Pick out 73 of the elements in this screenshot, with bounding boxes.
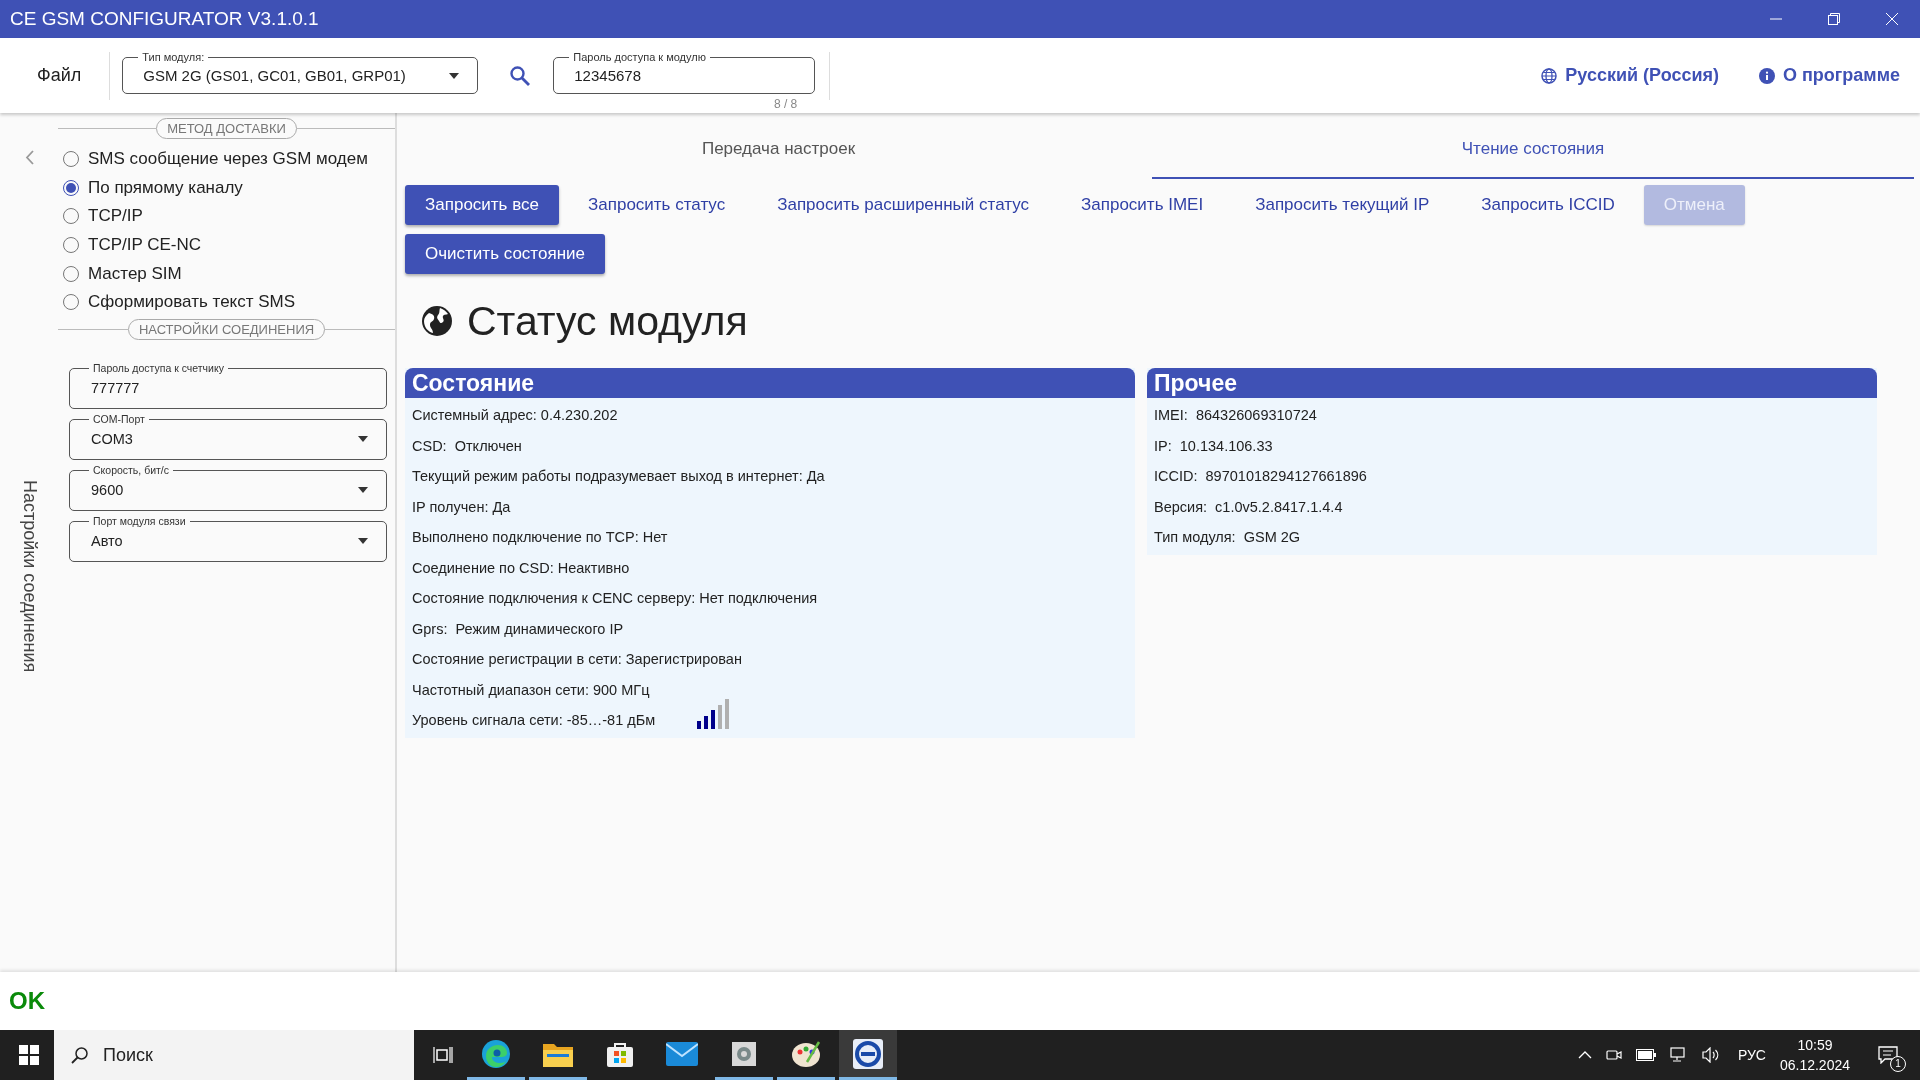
windows-start-icon[interactable] (19, 1045, 39, 1065)
globe-icon (1541, 67, 1558, 84)
status-line: Текущий режим работы подразумевает выход в интернет: Да (412, 468, 825, 485)
action-link-button[interactable]: Запросить текущий IP (1232, 185, 1453, 225)
speaker-icon[interactable] (1701, 1047, 1720, 1063)
search-icon[interactable] (509, 64, 532, 87)
status-message: OK (9, 987, 45, 1015)
language-link[interactable]: Русский (Россия) (1541, 65, 1719, 86)
status-line: IP получен: Да (412, 498, 511, 515)
task-view-icon[interactable] (433, 1046, 453, 1064)
speech-bubble-icon (1878, 1046, 1898, 1064)
status-line: IP: 10.134.106.33 (1154, 437, 1273, 454)
status-line: Версия: c1.0v5.2.8417.1.4.4 (1154, 498, 1343, 515)
status-line: Соединение по CSD: Неактивно (412, 559, 630, 576)
chevron-left-icon[interactable] (24, 150, 34, 165)
camera-icon[interactable] (1605, 1047, 1622, 1063)
envelope-icon (666, 1041, 698, 1066)
tab[interactable]: Передача настроек (405, 113, 1152, 179)
palette-icon (791, 1039, 821, 1068)
search-icon (71, 1046, 89, 1064)
vertical-section-label: Настройки соединения (18, 480, 40, 673)
about-link[interactable]: О программе (1759, 65, 1900, 86)
section-chip: НАСТРОЙКИ СОЕДИНЕНИЯ (127, 318, 326, 340)
battery-icon[interactable] (1635, 1049, 1656, 1061)
status-line: ICCID: 89701018294127661896 (1154, 468, 1367, 485)
globe-icon (420, 304, 454, 338)
notification-button[interactable]: 1 (1868, 1035, 1908, 1075)
signal-strength-icon (697, 699, 730, 730)
status-line: Тип модуля: GSM 2G (1154, 529, 1301, 546)
status-line: Состояние подключения к CENC серверу: Нет подключения (412, 590, 818, 607)
caret-icon (358, 538, 368, 545)
page-heading: Статус модуля (467, 297, 748, 345)
restore-icon[interactable] (1828, 13, 1840, 25)
radio-option[interactable]: По прямому каналу (63, 173, 395, 203)
info-icon (1759, 67, 1775, 84)
caret-icon (358, 436, 368, 443)
radio-option[interactable]: Мастер SIM (63, 259, 395, 288)
caret-icon (358, 487, 368, 494)
panel-header: Состояние (405, 368, 1135, 398)
taskbar-app-button[interactable] (839, 1030, 897, 1080)
section-chip: МЕТОД ДОСТАВКИ (156, 118, 297, 139)
radio-option[interactable]: Сформировать текст SMS (63, 287, 395, 317)
status-line: Состояние регистрации в сети: Зарегистрирован (412, 651, 742, 668)
network-icon[interactable] (1669, 1047, 1688, 1063)
radio-option[interactable]: TCP/IP (63, 202, 395, 231)
status-line: Уровень сигнала сети: -85…-81 дБм (412, 712, 656, 729)
taskbar-search-field[interactable]: Поиск (54, 1030, 414, 1080)
close-icon[interactable] (1886, 13, 1898, 25)
status-line: Системный адрес: 0.4.230.202 (412, 407, 618, 424)
character-counter: 8 / 8 (773, 97, 798, 111)
chevron-up-icon[interactable] (1577, 1051, 1592, 1059)
status-line: IMEI: 864326069310724 (1154, 407, 1317, 424)
clock[interactable]: 10:59 06.12.2024 (1779, 1035, 1850, 1075)
status-line: Выполнено подключение по TCP: Нет (412, 529, 668, 546)
action-link-button[interactable]: Запросить статус (565, 185, 749, 225)
status-line: CSD: Отключен (412, 437, 522, 454)
status-line: Частотный диапазон сети: 900 МГц (412, 681, 650, 698)
swirl-icon (481, 1038, 511, 1069)
action-button[interactable]: Очистить состояние (405, 234, 605, 274)
tab[interactable]: Чтение состояния (1152, 113, 1914, 179)
window-title: CE GSM CONFIGURATOR V3.1.0.1 (10, 8, 319, 30)
action-link-button[interactable]: Запросить IMEI (1058, 185, 1227, 225)
status-line: Gprs: Режим динамического IP (412, 620, 624, 637)
input-language-indicator[interactable]: РУС (1737, 1047, 1766, 1063)
action-link-button[interactable]: Запросить ICCID (1458, 185, 1638, 225)
caret-icon (449, 72, 460, 79)
action-button[interactable]: Запросить все (405, 185, 559, 225)
radio-option[interactable]: TCP/IP CE-NC (63, 230, 395, 260)
action-link-button[interactable]: Запросить расширенный статус (754, 185, 1052, 225)
file-menu[interactable]: Файл (37, 65, 82, 86)
notification-count-badge: 1 (1890, 1056, 1906, 1072)
panel-header: Прочее (1147, 368, 1877, 398)
radio-option[interactable]: SMS сообщение через GSM модем (63, 145, 395, 174)
